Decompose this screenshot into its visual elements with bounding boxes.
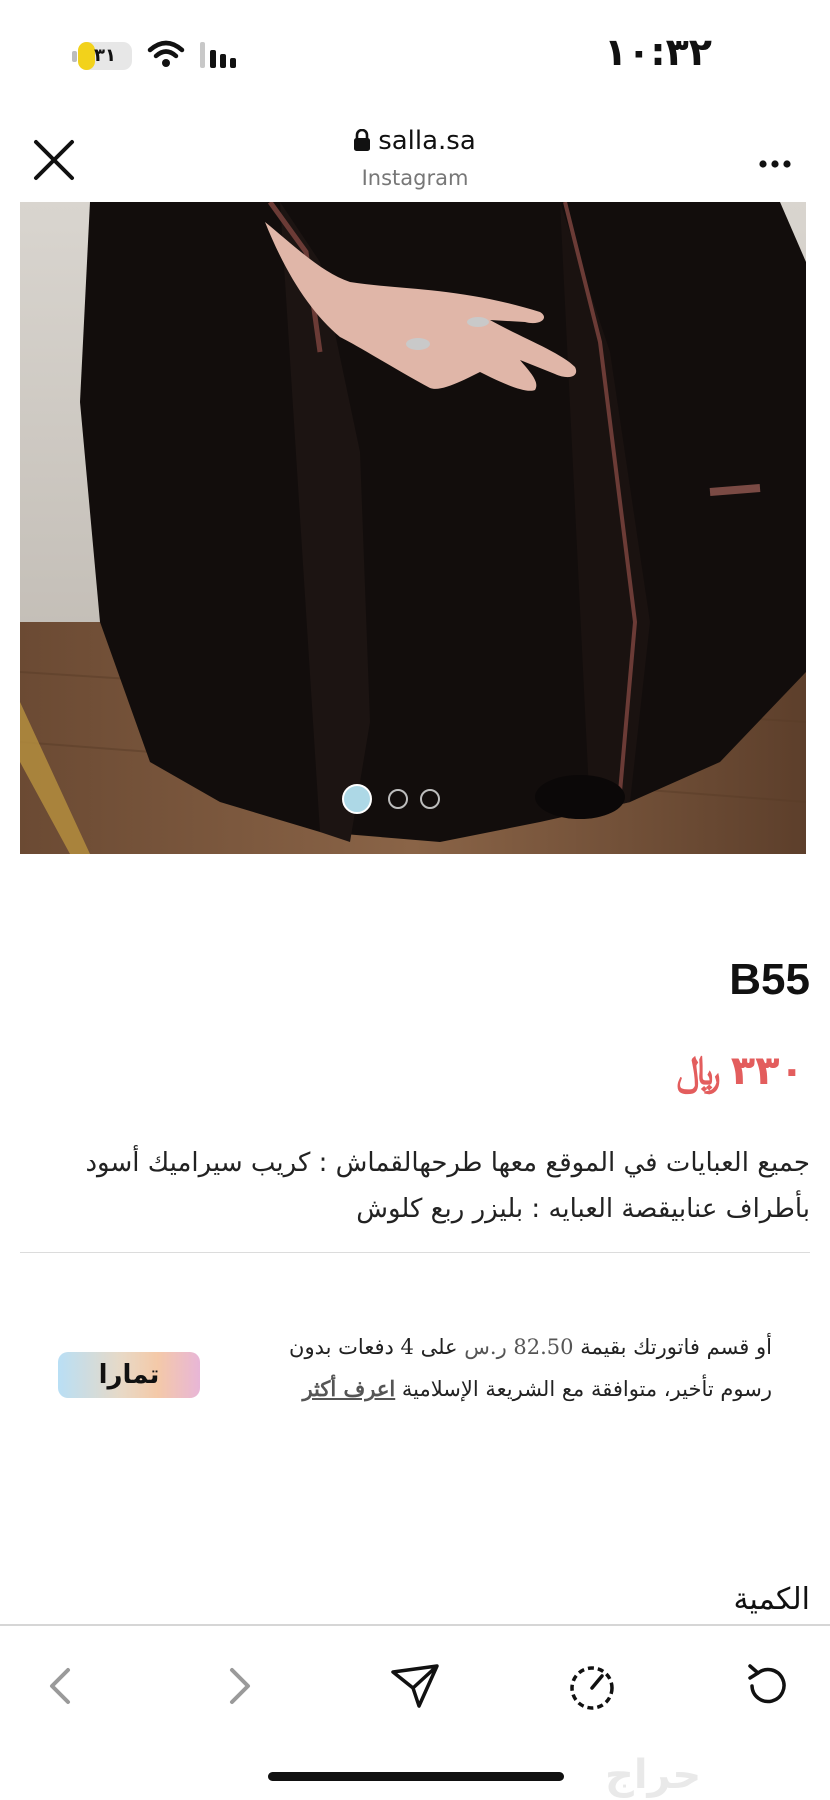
cellular-signal-icon — [198, 40, 242, 74]
installment-terms: رسوم تأخير، متوافقة مع الشريعة الإسلامية — [401, 1377, 772, 1401]
more-icon[interactable] — [758, 154, 792, 168]
currency-symbol: ﷼ — [676, 1048, 721, 1094]
timer-icon[interactable] — [562, 1656, 622, 1716]
status-bar: ١٠:٣٢ ٣١ — [0, 0, 830, 110]
quantity-label: الكمية — [733, 1582, 810, 1617]
browser-header: salla.sa Instagram — [0, 110, 830, 202]
installment-suffix: على 4 دفعات بدون — [289, 1335, 458, 1359]
installment-prefix: أو قسم فاتورتك بقيمة — [580, 1335, 772, 1359]
forward-arrow-icon[interactable] — [208, 1656, 268, 1716]
watermark-logo: حراج — [605, 1752, 702, 1798]
description-line: جميع العبايات في الموقع معها طرحهالقماش … — [85, 1148, 810, 1178]
carousel-dot[interactable] — [342, 784, 372, 814]
carousel-dot[interactable] — [388, 789, 408, 809]
site-source: Instagram — [361, 166, 469, 190]
installment-info: أو قسم فاتورتك بقيمة 82.50 ر.س على 4 دفع… — [212, 1326, 772, 1410]
product-price: ٣٣٠﷼ — [676, 1048, 804, 1094]
installment-amount: 82.50 ر.س — [464, 1335, 574, 1359]
description-line: بأطراف عنابيقصة العبايه : بليزر ربع كلوش — [356, 1194, 810, 1224]
tamara-logo: تمارا — [58, 1352, 200, 1398]
browser-toolbar — [0, 1624, 830, 1746]
lock-icon — [354, 128, 371, 158]
back-arrow-icon[interactable] — [32, 1656, 92, 1716]
price-value: ٣٣٠ — [730, 1048, 804, 1094]
carousel-dot[interactable] — [420, 789, 440, 809]
home-indicator[interactable] — [268, 1772, 564, 1781]
address-bar[interactable]: salla.sa Instagram — [0, 126, 830, 190]
site-domain: salla.sa — [378, 126, 476, 156]
battery-indicator: ٣١ — [78, 42, 132, 70]
product-description: جميع العبايات في الموقع معها طرحهالقماش … — [20, 1140, 810, 1232]
divider — [20, 1252, 810, 1253]
share-icon[interactable] — [385, 1656, 445, 1716]
learn-more-link[interactable]: اعرف أكثر — [302, 1376, 395, 1401]
wifi-icon — [146, 40, 186, 74]
status-time: ١٠:٣٢ — [604, 30, 712, 74]
reload-icon[interactable] — [738, 1656, 798, 1716]
battery-cap — [72, 51, 77, 62]
battery-percent: ٣١ — [94, 45, 116, 66]
product-image[interactable] — [20, 202, 806, 854]
product-title: B55 — [729, 955, 810, 1004]
